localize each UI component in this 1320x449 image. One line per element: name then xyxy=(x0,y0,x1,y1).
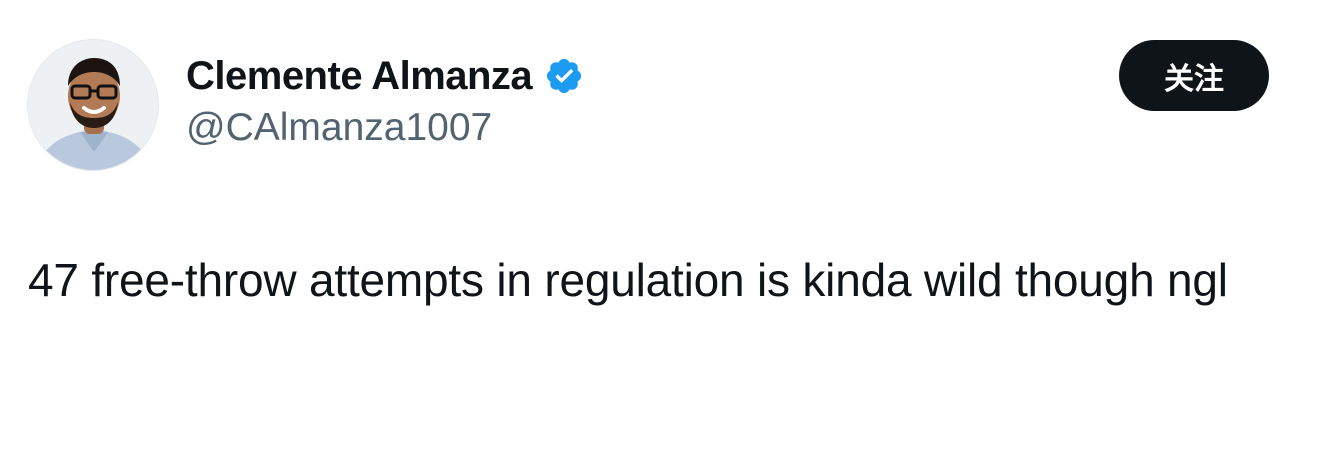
profile-photo-icon xyxy=(28,40,158,170)
verified-badge-icon xyxy=(544,56,584,96)
author-display-name[interactable]: Clemente Almanza xyxy=(186,54,533,99)
author-name-row: Clemente Almanza xyxy=(186,50,584,102)
author-handle[interactable]: @CAlmanza1007 xyxy=(186,106,492,150)
tweet-text: 47 free-throw attempts in regulation is … xyxy=(28,254,1228,306)
avatar[interactable] xyxy=(27,39,159,171)
follow-button[interactable]: 关注 xyxy=(1119,40,1269,111)
tweet-card: Clemente Almanza @CAlmanza1007 关注 47 fre… xyxy=(0,0,1320,449)
